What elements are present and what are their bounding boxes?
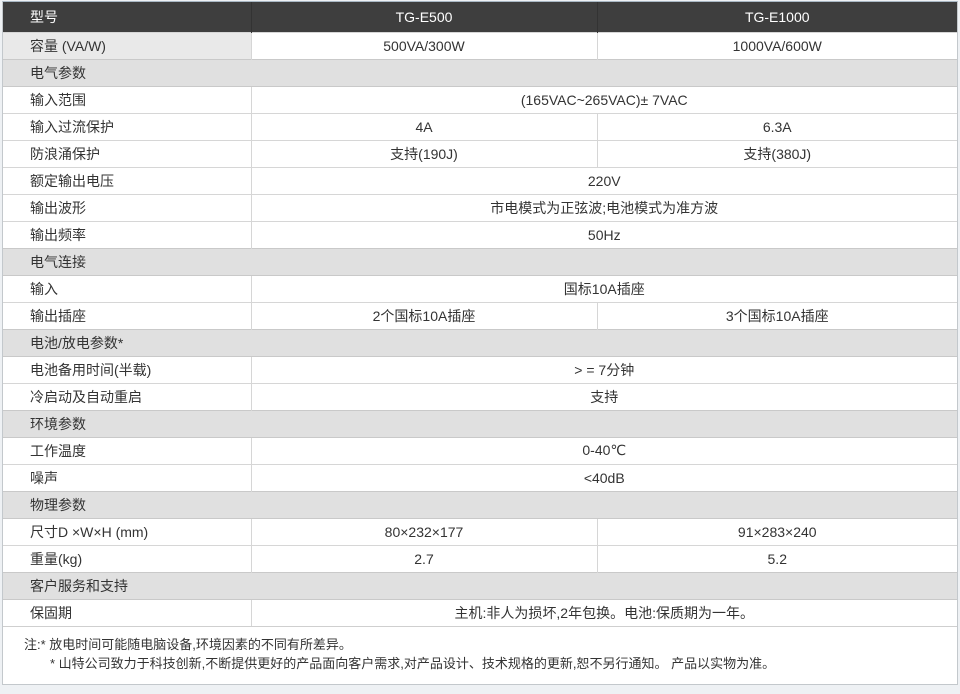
row-value-tg-e500: 2.7 <box>251 545 597 572</box>
row-label: 噪声 <box>3 464 251 491</box>
row-value-both-models: <40dB <box>251 464 957 491</box>
spec-row: 额定输出电压220V <box>3 167 957 194</box>
section-title: 环境参数 <box>3 410 957 437</box>
section-title: 客户服务和支持 <box>3 572 957 599</box>
spec-row: 输入范围(165VAC~265VAC)± 7VAC <box>3 86 957 113</box>
table-header-row: 型号 TG-E500 TG-E1000 <box>3 2 957 32</box>
row-label: 输入 <box>3 275 251 302</box>
footnote-line-2: * 山特公司致力于科技创新,不断提供更好的产品面向客户需求,对产品设计、技术规格… <box>24 654 941 673</box>
header-model-tg-e1000: TG-E1000 <box>597 2 957 32</box>
row-value-tg-e1000: 支持(380J) <box>597 140 957 167</box>
section-title: 电气参数 <box>3 59 957 86</box>
row-value-both-models: > = 7分钟 <box>251 356 957 383</box>
row-label: 输入过流保护 <box>3 113 251 140</box>
spec-row: 噪声<40dB <box>3 464 957 491</box>
spec-row: 工作温度0-40℃ <box>3 437 957 464</box>
section-row: 电池/放电参数* <box>3 329 957 356</box>
spec-row: 重量(kg)2.75.2 <box>3 545 957 572</box>
row-value-tg-e500: 500VA/300W <box>251 32 597 59</box>
row-value-tg-e500: 80×232×177 <box>251 518 597 545</box>
row-label: 防浪涌保护 <box>3 140 251 167</box>
header-model-tg-e500: TG-E500 <box>251 2 597 32</box>
spec-row: 输出频率50Hz <box>3 221 957 248</box>
section-row: 物理参数 <box>3 491 957 518</box>
footnotes: 注:* 放电时间可能随电脑设备,环境因素的不同有所差异。 * 山特公司致力于科技… <box>3 626 957 684</box>
spec-table: 型号 TG-E500 TG-E1000 容量 (VA/W)500VA/300W1… <box>3 2 957 626</box>
row-label: 冷启动及自动重启 <box>3 383 251 410</box>
row-value-tg-e500: 2个国标10A插座 <box>251 302 597 329</box>
row-value-tg-e1000: 91×283×240 <box>597 518 957 545</box>
row-label: 输出插座 <box>3 302 251 329</box>
row-label: 尺寸D ×W×H (mm) <box>3 518 251 545</box>
row-label: 容量 (VA/W) <box>3 32 251 59</box>
row-label: 输出波形 <box>3 194 251 221</box>
row-value-tg-e1000: 3个国标10A插座 <box>597 302 957 329</box>
section-row: 环境参数 <box>3 410 957 437</box>
row-value-both-models: 支持 <box>251 383 957 410</box>
row-value-both-models: 0-40℃ <box>251 437 957 464</box>
row-value-tg-e500: 4A <box>251 113 597 140</box>
spec-row: 输入国标10A插座 <box>3 275 957 302</box>
row-value-both-models: (165VAC~265VAC)± 7VAC <box>251 86 957 113</box>
row-label: 重量(kg) <box>3 545 251 572</box>
row-label: 工作温度 <box>3 437 251 464</box>
spec-row: 尺寸D ×W×H (mm)80×232×17791×283×240 <box>3 518 957 545</box>
section-row: 电气连接 <box>3 248 957 275</box>
spec-row: 输出插座2个国标10A插座3个国标10A插座 <box>3 302 957 329</box>
row-value-both-models: 国标10A插座 <box>251 275 957 302</box>
row-value-tg-e1000: 5.2 <box>597 545 957 572</box>
spec-row: 容量 (VA/W)500VA/300W1000VA/600W <box>3 32 957 59</box>
section-row: 客户服务和支持 <box>3 572 957 599</box>
footnote-line-1: 注:* 放电时间可能随电脑设备,环境因素的不同有所差异。 <box>24 635 941 654</box>
row-label: 输出频率 <box>3 221 251 248</box>
spec-row: 电池备用时间(半载)> = 7分钟 <box>3 356 957 383</box>
row-value-tg-e500: 支持(190J) <box>251 140 597 167</box>
spec-row: 冷启动及自动重启支持 <box>3 383 957 410</box>
row-value-both-models: 主机:非人为损坏,2年包换。电池:保质期为一年。 <box>251 599 957 626</box>
spec-row: 保固期主机:非人为损坏,2年包换。电池:保质期为一年。 <box>3 599 957 626</box>
row-label: 输入范围 <box>3 86 251 113</box>
row-label: 保固期 <box>3 599 251 626</box>
spec-sheet: 型号 TG-E500 TG-E1000 容量 (VA/W)500VA/300W1… <box>2 1 958 685</box>
row-label: 额定输出电压 <box>3 167 251 194</box>
spec-row: 防浪涌保护支持(190J)支持(380J) <box>3 140 957 167</box>
row-label: 电池备用时间(半载) <box>3 356 251 383</box>
section-row: 电气参数 <box>3 59 957 86</box>
section-title: 电池/放电参数* <box>3 329 957 356</box>
header-model-label: 型号 <box>3 2 251 32</box>
spec-row: 输出波形市电模式为正弦波;电池模式为准方波 <box>3 194 957 221</box>
row-value-both-models: 220V <box>251 167 957 194</box>
section-title: 电气连接 <box>3 248 957 275</box>
row-value-both-models: 市电模式为正弦波;电池模式为准方波 <box>251 194 957 221</box>
section-title: 物理参数 <box>3 491 957 518</box>
row-value-tg-e1000: 6.3A <box>597 113 957 140</box>
row-value-both-models: 50Hz <box>251 221 957 248</box>
row-value-tg-e1000: 1000VA/600W <box>597 32 957 59</box>
spec-row: 输入过流保护4A6.3A <box>3 113 957 140</box>
